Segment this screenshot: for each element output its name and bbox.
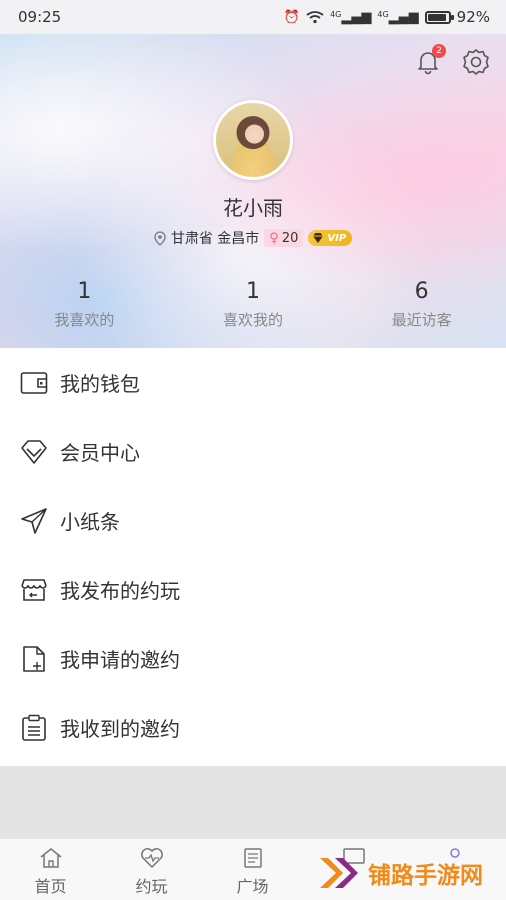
home-icon — [40, 848, 61, 868]
menu-item-membership[interactable]: 会员中心 — [0, 417, 506, 486]
watermark-text: 铺路手游网 — [368, 863, 483, 889]
status-time: 09:25 — [18, 8, 62, 26]
stats-row: 1 我喜欢的 1 喜欢我的 6 最近访客 — [0, 277, 506, 330]
notification-badge: 2 — [432, 44, 446, 58]
notes-icon — [243, 848, 262, 868]
tab-home[interactable]: 首页 — [0, 839, 101, 900]
watermark: 铺路手游网 — [318, 855, 483, 891]
female-icon: ♀ — [269, 230, 279, 246]
stat-count: 6 — [414, 279, 429, 304]
battery-fill — [427, 13, 446, 21]
menu-list: 我的钱包 会员中心 小纸条 我发布的约玩 我申请的邀约 我收到的邀约 — [0, 348, 506, 762]
location-pin-icon — [154, 230, 166, 246]
store-icon — [20, 576, 48, 604]
profile-header: 2 花小雨 甘肃省 金昌市 ♀ 20 VIP 1 我喜欢的 1 喜欢我的 6 最… — [0, 34, 506, 348]
vip-badge: VIP — [308, 230, 353, 246]
status-bar: 09:25 ⏰ 4G▂▄▆ 4G▂▄▆ 92% — [0, 0, 506, 34]
stat-likes-me[interactable]: 1 喜欢我的 — [169, 277, 338, 330]
wallet-icon — [20, 369, 48, 397]
menu-label: 我申请的邀约 — [60, 648, 180, 672]
battery-percent: 92% — [456, 8, 490, 26]
age-text: 20 — [281, 230, 299, 246]
notification-button[interactable]: 2 — [412, 44, 446, 78]
stat-count: 1 — [77, 279, 92, 304]
wifi-icon — [306, 11, 324, 24]
menu-label: 我的钱包 — [60, 372, 140, 396]
alarm-icon: ⏰ — [283, 9, 301, 25]
gear-icon — [463, 49, 489, 75]
signal-icon-2: 4G▂▄▆ — [377, 9, 419, 25]
menu-label: 我收到的邀约 — [60, 717, 180, 741]
menu-item-received-invitations[interactable]: 我收到的邀约 — [0, 693, 506, 762]
settings-button[interactable] — [460, 46, 492, 78]
header-actions: 2 — [412, 44, 492, 78]
vip-diamond-icon — [313, 233, 324, 243]
avatar[interactable] — [213, 100, 293, 180]
stat-i-like[interactable]: 1 我喜欢的 — [0, 277, 169, 330]
status-icons: ⏰ 4G▂▄▆ 4G▂▄▆ 92% — [284, 8, 490, 26]
heartbeat-icon — [140, 848, 163, 869]
diamond-icon — [20, 438, 48, 466]
document-add-icon — [20, 645, 48, 673]
tab-label: 广场 — [236, 877, 269, 896]
menu-label: 我发布的约玩 — [60, 579, 180, 603]
tab-dating[interactable]: 约玩 — [101, 839, 202, 900]
vip-text: VIP — [327, 232, 347, 244]
stat-label: 我喜欢的 — [54, 311, 115, 329]
tab-label: 约玩 — [135, 877, 168, 896]
stat-label: 最近访客 — [391, 311, 452, 329]
empty-area — [0, 766, 506, 838]
tab-label: 首页 — [34, 877, 67, 896]
tab-plaza[interactable]: 广场 — [202, 839, 303, 900]
menu-label: 小纸条 — [60, 510, 120, 534]
stat-recent-visitors[interactable]: 6 最近访客 — [337, 277, 506, 330]
stat-count: 1 — [245, 279, 260, 304]
menu-item-notes[interactable]: 小纸条 — [0, 486, 506, 555]
profile-meta: 甘肃省 金昌市 ♀ 20 VIP — [0, 228, 506, 248]
location-text: 甘肃省 金昌市 — [170, 231, 260, 247]
watermark-logo-icon — [320, 858, 358, 888]
paper-plane-icon — [20, 507, 48, 535]
username: 花小雨 — [223, 196, 283, 220]
stat-label: 喜欢我的 — [222, 311, 283, 329]
age-badge: ♀ 20 — [264, 229, 304, 247]
battery-icon — [424, 10, 454, 24]
signal-icon: 4G▂▄▆ — [330, 9, 372, 25]
menu-item-my-posts[interactable]: 我发布的约玩 — [0, 555, 506, 624]
menu-item-my-applications[interactable]: 我申请的邀约 — [0, 624, 506, 693]
menu-item-wallet[interactable]: 我的钱包 — [0, 348, 506, 417]
clipboard-icon — [20, 714, 48, 742]
menu-label: 会员中心 — [60, 441, 140, 465]
